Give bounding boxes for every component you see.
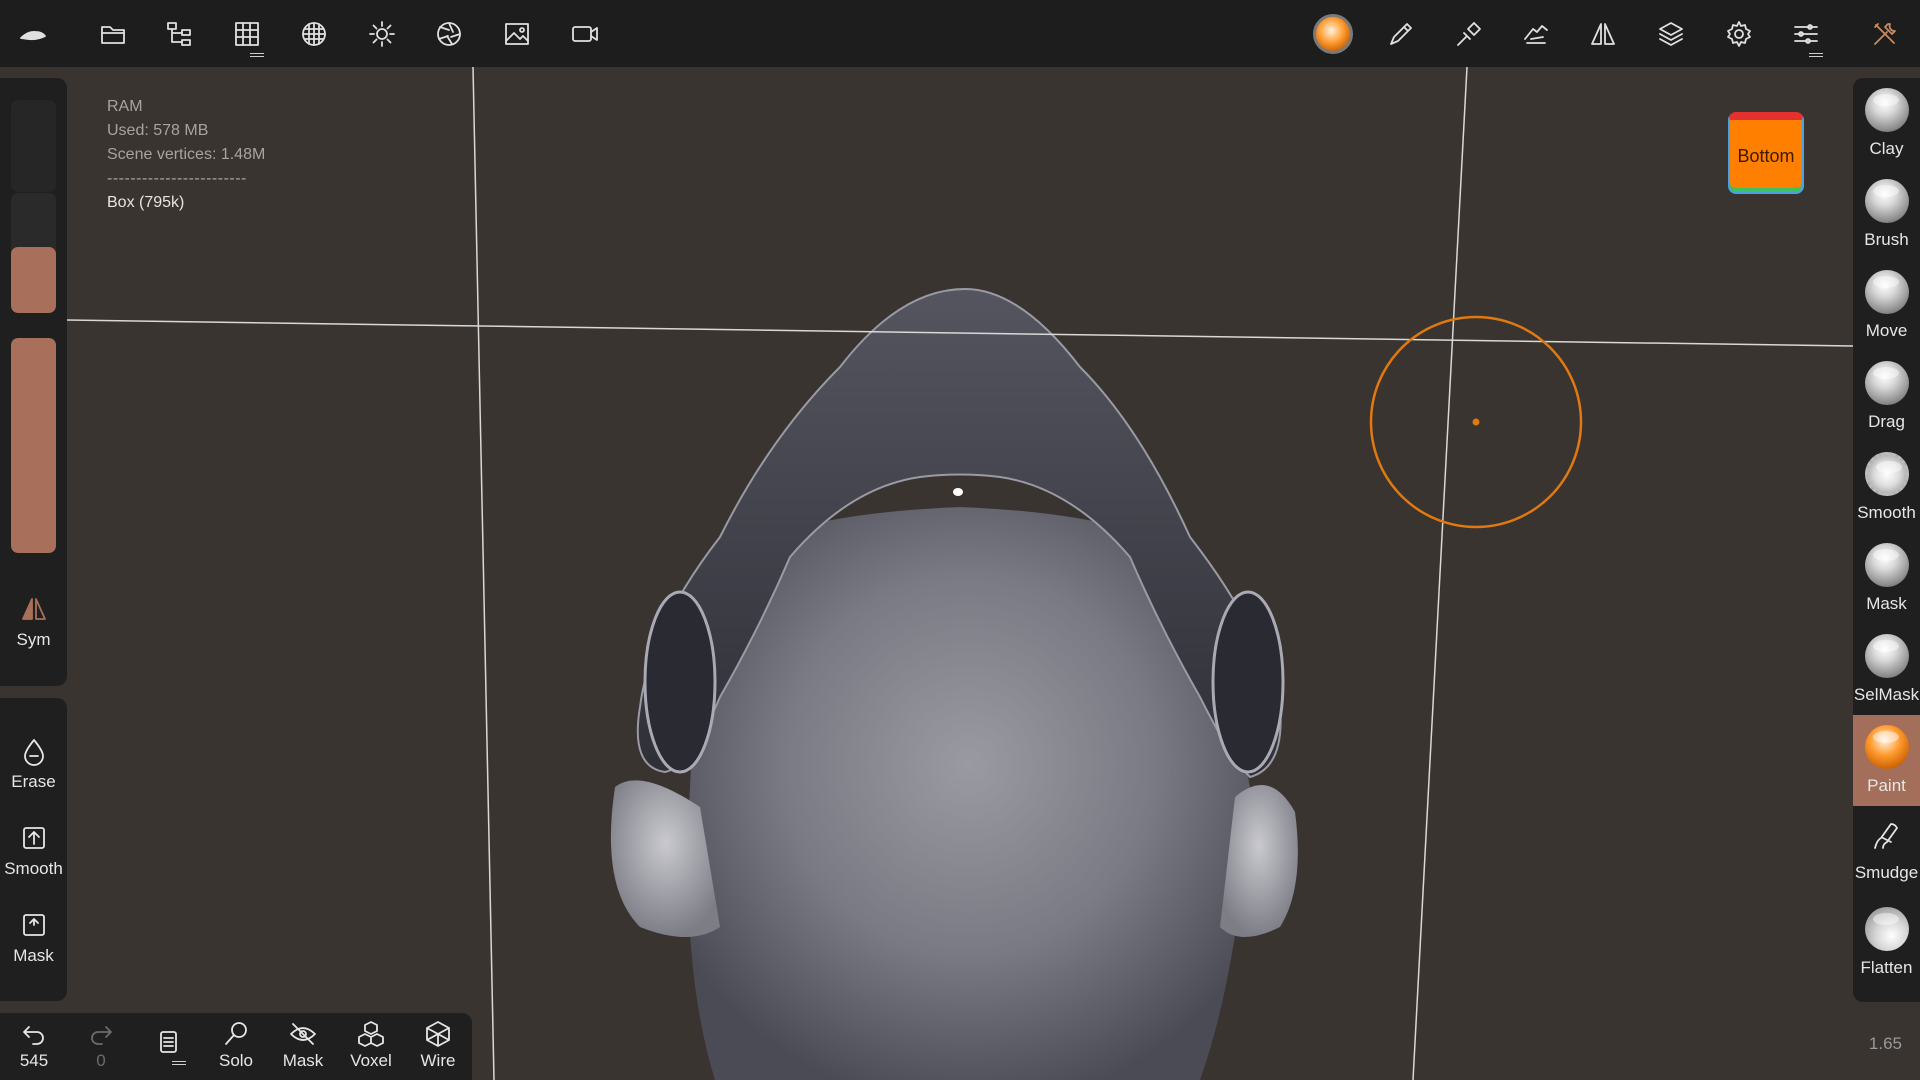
selected-object: Box (795k) — [107, 194, 185, 211]
tool-label: Smooth — [1857, 503, 1916, 522]
smooth-quick-button[interactable]: Smooth — [0, 823, 67, 879]
move-ball-icon — [1864, 270, 1909, 314]
tool-label: Flatten — [1860, 958, 1913, 977]
selmask-ball-icon — [1864, 634, 1909, 678]
tool-smudge[interactable]: Smudge — [1853, 806, 1920, 897]
top-toolbar — [0, 0, 1920, 67]
light-sun-icon[interactable] — [357, 9, 407, 59]
tool-drag[interactable]: Drag — [1853, 351, 1920, 442]
mask-visibility-label: Mask — [282, 1051, 324, 1070]
scene-tree-icon[interactable] — [155, 9, 205, 59]
topology-grid-icon[interactable] — [222, 9, 272, 59]
radius-slider-fill — [11, 247, 56, 313]
background-image-icon[interactable] — [492, 9, 542, 59]
scene-info-overlay: RAM Used: 578 MB Scene vertices: 1.48M -… — [107, 95, 265, 215]
ram-label: RAM — [107, 98, 143, 115]
tool-paint[interactable]: Paint — [1853, 715, 1920, 806]
tool-label: Clay — [1869, 139, 1904, 158]
radius-slider-top[interactable] — [11, 100, 56, 192]
tool-selmask[interactable]: SelMask — [1853, 624, 1920, 715]
tool-label: Paint — [1867, 776, 1906, 795]
smooth-quick-label: Smooth — [4, 859, 63, 878]
mask-visibility-button[interactable]: Mask — [272, 1019, 334, 1071]
tools-wrench-icon[interactable] — [1860, 9, 1910, 59]
scene-vertices: Scene vertices: 1.48M — [107, 146, 266, 163]
camera-aperture-icon[interactable] — [424, 9, 474, 59]
tool-mask[interactable]: Mask — [1853, 533, 1920, 624]
tool-label: Move — [1865, 321, 1908, 340]
app-root: RAM Used: 578 MB Scene vertices: 1.48M -… — [0, 0, 1920, 1080]
bottom-toolbar: 545 0 Solo Mask Voxel Wire — [0, 1013, 472, 1080]
tool-label: Brush — [1864, 230, 1909, 249]
mask-ball-icon — [1864, 543, 1909, 587]
symmetry-icon[interactable] — [1578, 9, 1628, 59]
mask-quick-button[interactable]: Mask — [0, 910, 67, 966]
tool-brush[interactable]: Brush — [1853, 169, 1920, 260]
sym-label: Sym — [16, 630, 51, 649]
wireframe-button[interactable]: Wire — [407, 1019, 469, 1071]
hand-gesture-icon[interactable] — [1511, 9, 1561, 59]
solo-label: Solo — [218, 1051, 254, 1070]
solo-button[interactable]: Solo — [205, 1019, 267, 1071]
erase-label: Erase — [11, 772, 56, 791]
drag-ball-icon — [1864, 361, 1909, 405]
wire-label: Wire — [420, 1051, 456, 1070]
smooth-ball-icon — [1864, 452, 1909, 496]
smudge-icon — [1873, 823, 1898, 849]
brush-cursor-center — [1472, 418, 1480, 426]
tool-label: SelMask — [1853, 685, 1920, 704]
intensity-slider-fill — [11, 338, 56, 553]
zoom-level: 1.65 — [1868, 1034, 1902, 1053]
view-cube[interactable]: Bottom — [1728, 112, 1804, 194]
settings-gear-icon[interactable] — [1714, 9, 1764, 59]
scene-render — [66, 67, 1854, 1080]
voxel-label: Voxel — [350, 1051, 392, 1070]
view-cube-label: Bottom — [1737, 145, 1795, 166]
undo-button[interactable]: 545 — [3, 1019, 65, 1071]
ram-used: Used: 578 MB — [107, 122, 209, 139]
brush-ball-icon — [1864, 179, 1909, 223]
tool-move[interactable]: Move — [1853, 260, 1920, 351]
tool-label: Mask — [1866, 594, 1907, 613]
sliders-menu-icon[interactable] — [1781, 9, 1831, 59]
clay-ball-icon — [1864, 88, 1909, 132]
redo-button[interactable]: 0 — [70, 1019, 132, 1071]
layers-icon[interactable] — [1646, 9, 1696, 59]
material-sphere-icon[interactable] — [289, 9, 339, 59]
sym-button[interactable]: Sym — [0, 594, 67, 650]
redo-count: 0 — [96, 1051, 106, 1070]
intensity-slider[interactable] — [11, 338, 56, 553]
folder-icon[interactable] — [88, 9, 138, 59]
tool-label: Smudge — [1854, 863, 1919, 882]
tool-label: Drag — [1868, 412, 1905, 431]
tool-flatten[interactable]: Flatten — [1853, 897, 1920, 988]
3d-viewport[interactable] — [0, 67, 1920, 1080]
mask-quick-label: Mask — [13, 946, 54, 965]
paint-ball-icon — [1864, 725, 1909, 769]
left-slider-panel: Sym — [0, 78, 67, 686]
info-separator: ------------------------ — [107, 170, 247, 187]
flatten-ball-icon — [1864, 907, 1909, 951]
history-menu-button[interactable] — [138, 1027, 200, 1065]
app-logo-icon[interactable] — [8, 9, 58, 59]
tool-smooth[interactable]: Smooth — [1853, 442, 1920, 533]
right-tool-panel: Clay Brush Move Drag Smooth Mask SelMask — [1853, 78, 1920, 1002]
pen-tool-icon[interactable] — [1444, 9, 1494, 59]
stroke-brush-icon[interactable] — [1376, 9, 1426, 59]
left-action-panel: Erase Smooth Mask — [0, 698, 67, 1001]
paint-material-ball-icon[interactable] — [1308, 9, 1358, 59]
radius-slider[interactable] — [11, 193, 56, 313]
voxel-button[interactable]: Voxel — [340, 1019, 402, 1071]
erase-button[interactable]: Erase — [0, 736, 67, 792]
tool-clay[interactable]: Clay — [1853, 78, 1920, 169]
undo-count: 545 — [19, 1051, 49, 1070]
video-camera-icon[interactable] — [560, 9, 610, 59]
